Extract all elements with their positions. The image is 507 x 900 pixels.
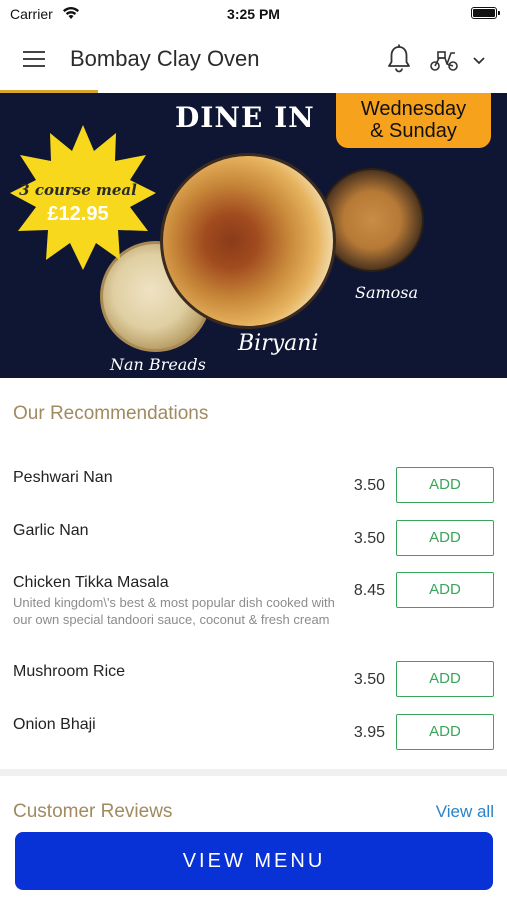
add-button[interactable]: ADD (396, 520, 494, 556)
days-line-1: Wednesday (360, 98, 467, 120)
promo-banner[interactable]: 3 course meal £12.95 DINE IN Wednesday &… (0, 93, 507, 378)
section-divider (0, 769, 507, 776)
item-name: Chicken Tikka Masala (13, 574, 169, 591)
add-button[interactable]: ADD (396, 572, 494, 608)
item-price: 8.45 (353, 582, 385, 599)
battery-icon (471, 7, 500, 19)
app-header: Bombay Clay Oven (0, 28, 507, 90)
add-button[interactable]: ADD (396, 661, 494, 697)
item-price: 3.50 (353, 530, 385, 547)
chevron-down-icon (473, 57, 485, 65)
banner-title: DINE IN (175, 101, 315, 134)
scooter-icon (430, 51, 458, 71)
nan-breads-label: Nan Breads (110, 355, 206, 374)
days-badge: Wednesday & Sunday (336, 93, 491, 148)
item-name: Mushroom Rice (13, 663, 126, 680)
restaurant-title: Bombay Clay Oven (70, 46, 260, 71)
item-price: 3.50 (353, 477, 385, 494)
biryani-image (160, 153, 336, 329)
item-description: United kingdom\'s best & most popular di… (13, 595, 335, 627)
item-name: Peshwari Nan (13, 469, 113, 486)
samosa-image (320, 168, 424, 272)
recommendations-heading: Our Recommendations (13, 403, 209, 424)
view-all-link[interactable]: View all (436, 802, 494, 822)
add-button[interactable]: ADD (396, 714, 494, 750)
view-menu-button[interactable]: VIEW MENU (15, 832, 493, 890)
days-line-2: & Sunday (370, 120, 457, 142)
hamburger-menu-icon[interactable] (20, 48, 50, 70)
biryani-label: Biryani (238, 331, 319, 356)
item-name: Garlic Nan (13, 522, 89, 539)
reviews-heading: Customer Reviews (13, 801, 173, 822)
item-name: Onion Bhaji (13, 716, 96, 733)
item-price: 3.95 (353, 724, 385, 741)
samosa-label: Samosa (355, 283, 419, 302)
clock: 3:25 PM (227, 6, 280, 22)
offer-price: £12.95 (47, 203, 109, 225)
item-price: 3.50 (353, 671, 385, 688)
bell-icon[interactable] (383, 43, 415, 75)
offer-label: 3 course meal (19, 181, 137, 199)
status-bar: Carrier 3:25 PM (0, 0, 507, 28)
delivery-mode-selector[interactable] (428, 44, 490, 76)
add-button[interactable]: ADD (396, 467, 494, 503)
